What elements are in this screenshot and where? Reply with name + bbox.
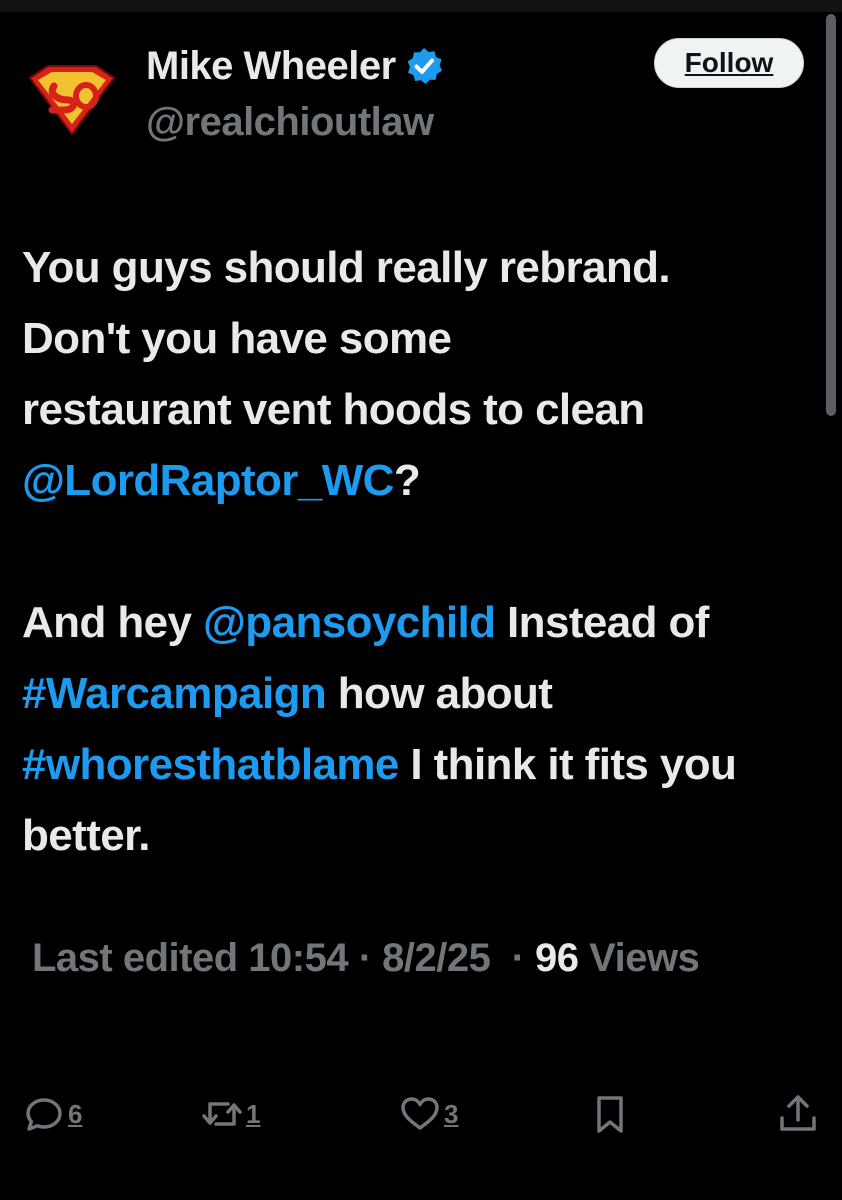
tweet-text-fragment: how about [326,669,553,718]
tweet-text-fragment: ? [393,456,421,505]
share-button[interactable] [776,1092,820,1136]
mention-link-pansoychild[interactable]: @pansoychild [203,598,496,647]
tweet-text: You guys should really rebrand. Don't yo… [22,232,822,871]
avatar[interactable] [24,64,120,136]
tweet-paragraph-2: And hey @pansoychild Instead of #Warcamp… [22,587,822,871]
tweet-date[interactable]: 8/2/25 [382,936,491,980]
tweet-time[interactable]: 10:54 [248,936,348,980]
mention-link-lordraptor[interactable]: @LordRaptor_WC [22,456,394,505]
top-status-strip [0,0,842,12]
author-display-name[interactable]: Mike Wheeler [146,44,396,89]
like-count[interactable]: 3 [444,1099,458,1130]
views-count: 96 [535,936,579,980]
views-label: Views [589,936,700,980]
follow-button[interactable]: Follow [654,38,804,88]
hashtag-link-warcampaign[interactable]: #Warcampaign [22,669,327,718]
superman-shield-logo [28,65,116,136]
tweet-action-bar: 6 1 3 [0,1084,842,1144]
reply-button[interactable]: 6 [22,1092,82,1136]
repost-count[interactable]: 1 [246,1099,260,1130]
tweet-line: @LordRaptor_WC? [22,445,822,516]
author-name-row[interactable]: Mike Wheeler [146,40,444,92]
tweet-text-fragment: Instead of [495,598,709,647]
like-button[interactable]: 3 [398,1092,458,1136]
bookmark-icon [597,1096,623,1133]
tweet-paragraph-1: You guys should really rebrand. Don't yo… [22,232,822,516]
repost-button[interactable]: 1 [200,1092,260,1136]
tweet-line: You guys should really rebrand. [22,243,671,292]
repost-icon [202,1102,242,1126]
share-icon [780,1095,816,1131]
bookmark-button[interactable] [588,1092,632,1136]
hashtag-link-whoresthatblame[interactable]: #whoresthatblame [22,740,399,789]
verified-badge-icon[interactable] [404,46,444,86]
scrollbar-thumb[interactable] [826,14,836,416]
tweet-meta: Last edited 10:54 · 8/2/25 · 96 Views [32,936,700,980]
heart-icon [401,1097,439,1130]
tweet-line: Don't you have some [22,314,452,363]
tweet-text-fragment: And hey [22,598,203,647]
edited-label[interactable]: Last edited [32,936,238,980]
reply-count[interactable]: 6 [68,1099,82,1130]
author-handle[interactable]: @realchioutlaw [146,100,434,145]
tweet-line: restaurant vent hoods to clean [22,385,645,434]
reply-icon [26,1098,62,1131]
